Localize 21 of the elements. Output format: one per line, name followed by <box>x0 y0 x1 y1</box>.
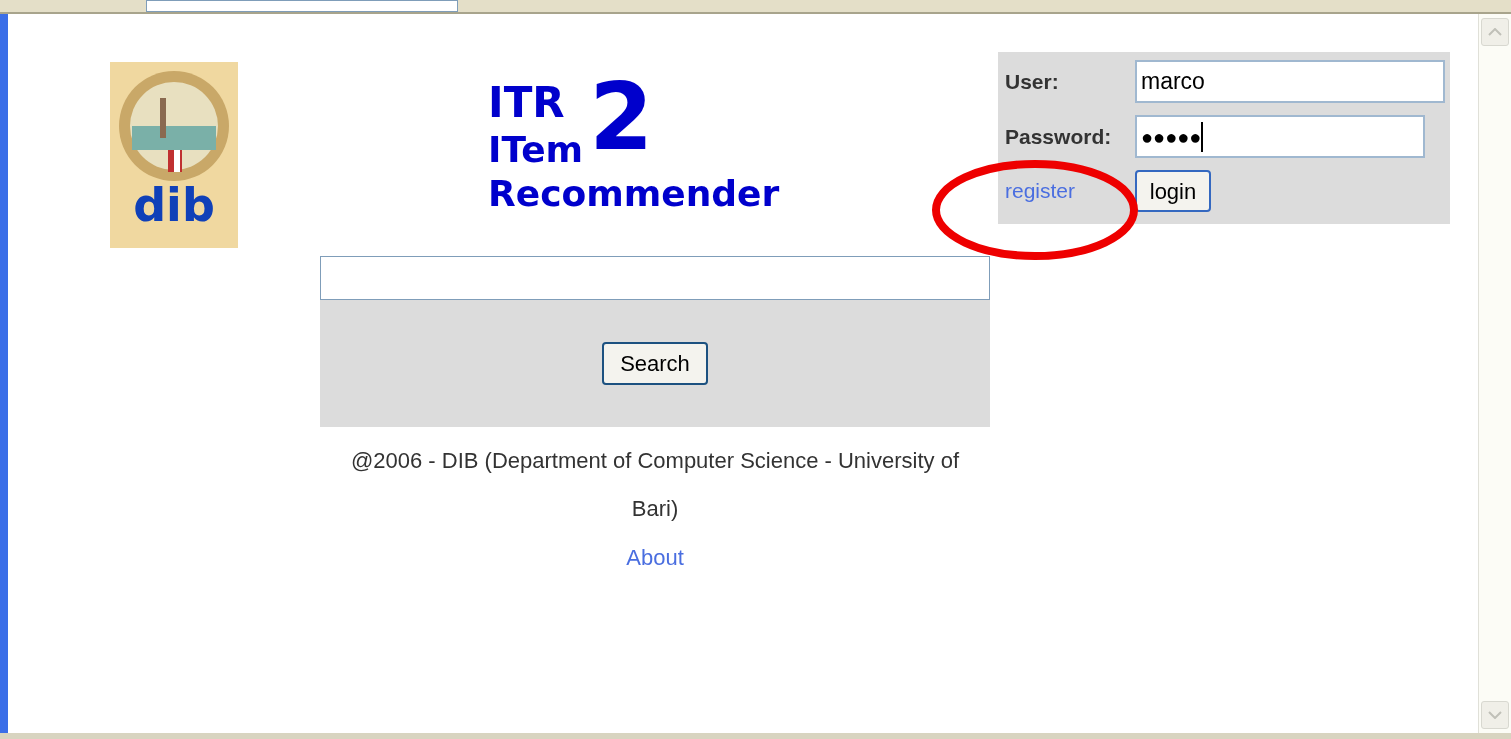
user-label: User: <box>1005 68 1060 95</box>
password-label: Password: <box>1005 123 1113 150</box>
copyright-text: @2006 - DIB (Department of Computer Science - University of Bari) <box>350 447 960 523</box>
search-button[interactable]: Search <box>602 342 708 385</box>
title-line: ITem <box>488 132 585 168</box>
title-line: ITR <box>488 82 565 124</box>
tab[interactable] <box>146 0 458 12</box>
chevron-up-icon <box>1488 28 1502 36</box>
version-number: 2 <box>589 72 654 164</box>
login-button[interactable]: login <box>1135 170 1211 212</box>
scrollbar[interactable] <box>1478 14 1511 733</box>
password-field[interactable]: ●●●●● <box>1135 115 1425 158</box>
about-link[interactable]: About <box>626 541 684 574</box>
user-field[interactable]: marco <box>1135 60 1445 103</box>
scroll-up-button[interactable] <box>1481 18 1509 46</box>
logo-text: dib <box>133 182 215 228</box>
seal-icon <box>116 68 232 184</box>
search-field[interactable] <box>320 256 990 300</box>
title-line: Recommender <box>488 176 780 212</box>
scroll-down-button[interactable] <box>1481 701 1509 729</box>
chevron-down-icon <box>1488 711 1502 719</box>
